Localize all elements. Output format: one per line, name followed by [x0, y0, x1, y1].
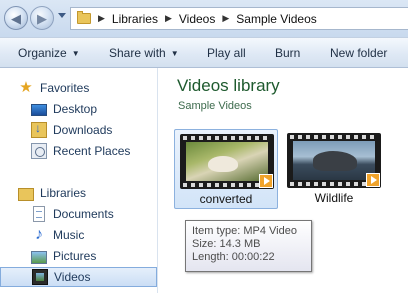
star-icon: ★ — [19, 79, 33, 96]
command-bar: Organize ▼ Share with ▼ Play all Burn New … — [0, 37, 408, 68]
new-folder-button[interactable]: New folder — [330, 46, 387, 60]
nav-libraries[interactable]: Libraries — [0, 183, 157, 203]
nav-videos-label: Videos — [54, 270, 91, 284]
organize-button[interactable]: Organize ▼ — [18, 46, 80, 60]
nav-libraries-label: Libraries — [40, 186, 87, 200]
videos-icon — [32, 269, 48, 285]
breadcrumb-separator[interactable]: ▶ — [165, 13, 172, 24]
nav-pictures-label: Pictures — [53, 249, 97, 263]
file-tile-converted[interactable]: converted — [174, 129, 278, 209]
nav-recent-places[interactable]: Recent Places — [0, 141, 157, 161]
forward-button[interactable]: ▶ — [30, 6, 54, 30]
recent-places-icon — [31, 143, 47, 159]
video-thumbnail — [180, 134, 274, 189]
nav-recent-places-label: Recent Places — [53, 144, 131, 158]
breadcrumb-libraries[interactable]: Libraries — [112, 12, 158, 26]
music-note-icon: ♪ — [35, 226, 43, 243]
address-bar[interactable]: ▶ Libraries ▶ Videos ▶ Sample Videos — [70, 7, 408, 30]
file-name: Wildlife — [314, 191, 354, 205]
nav-downloads[interactable]: Downloads — [0, 120, 157, 140]
nav-music-label: Music — [53, 228, 85, 242]
back-arrow-icon: ◀ — [11, 10, 21, 26]
nav-documents[interactable]: Documents — [0, 204, 157, 224]
recent-locations-dropdown[interactable] — [58, 13, 66, 18]
play-all-button[interactable]: Play all — [207, 46, 246, 60]
library-subtitle[interactable]: Sample Videos — [178, 100, 252, 112]
library-title: Videos library — [177, 76, 280, 95]
nav-desktop[interactable]: Desktop — [0, 99, 157, 119]
file-tile-wildlife[interactable]: Wildlife — [282, 129, 386, 209]
burn-button[interactable]: Burn — [275, 46, 300, 60]
nav-videos[interactable]: Videos — [0, 267, 157, 287]
breadcrumb-sample-videos[interactable]: Sample Videos — [236, 12, 317, 26]
tooltip-length: Length: 00:00:22 — [192, 251, 275, 263]
breadcrumb-separator[interactable]: ▶ — [98, 13, 105, 24]
file-name: converted — [199, 192, 253, 206]
file-tooltip: Item type: MP4 Video Size: 14.3 MB Lengt… — [185, 220, 312, 272]
play-icon — [259, 174, 273, 188]
nav-favorites[interactable]: ★ Favorites — [0, 78, 157, 98]
nav-documents-label: Documents — [53, 207, 114, 221]
tooltip-size: Size: 14.3 MB — [192, 238, 261, 250]
downloads-folder-icon — [31, 121, 47, 138]
share-with-button[interactable]: Share with ▼ — [109, 46, 179, 60]
breadcrumb-separator[interactable]: ▶ — [222, 13, 229, 24]
navigation-pane: ★ Favorites Desktop Downloads Recent Pla… — [0, 68, 158, 293]
libraries-icon — [18, 187, 34, 201]
play-icon — [366, 173, 380, 187]
forward-arrow-icon: ▶ — [37, 10, 47, 26]
address-area: ◀ ▶ ▶ Libraries ▶ Videos ▶ Sample Videos — [0, 0, 408, 37]
video-thumbnail — [287, 133, 381, 188]
organize-label: Organize — [18, 46, 67, 60]
back-button[interactable]: ◀ — [4, 6, 28, 30]
share-with-label: Share with — [109, 46, 166, 60]
nav-pictures[interactable]: Pictures — [0, 246, 157, 266]
nav-favorites-label: Favorites — [40, 81, 90, 95]
nav-downloads-label: Downloads — [53, 123, 113, 137]
nav-desktop-label: Desktop — [53, 102, 98, 116]
document-icon — [33, 206, 45, 222]
tooltip-item-type: Item type: MP4 Video — [192, 225, 297, 237]
chevron-down-icon: ▼ — [71, 49, 80, 58]
pictures-icon — [31, 250, 47, 264]
nav-music[interactable]: ♪ Music — [0, 225, 157, 245]
folder-icon — [77, 11, 91, 24]
desktop-icon — [31, 104, 47, 116]
breadcrumb-videos[interactable]: Videos — [179, 12, 215, 26]
chevron-down-icon: ▼ — [170, 49, 179, 58]
